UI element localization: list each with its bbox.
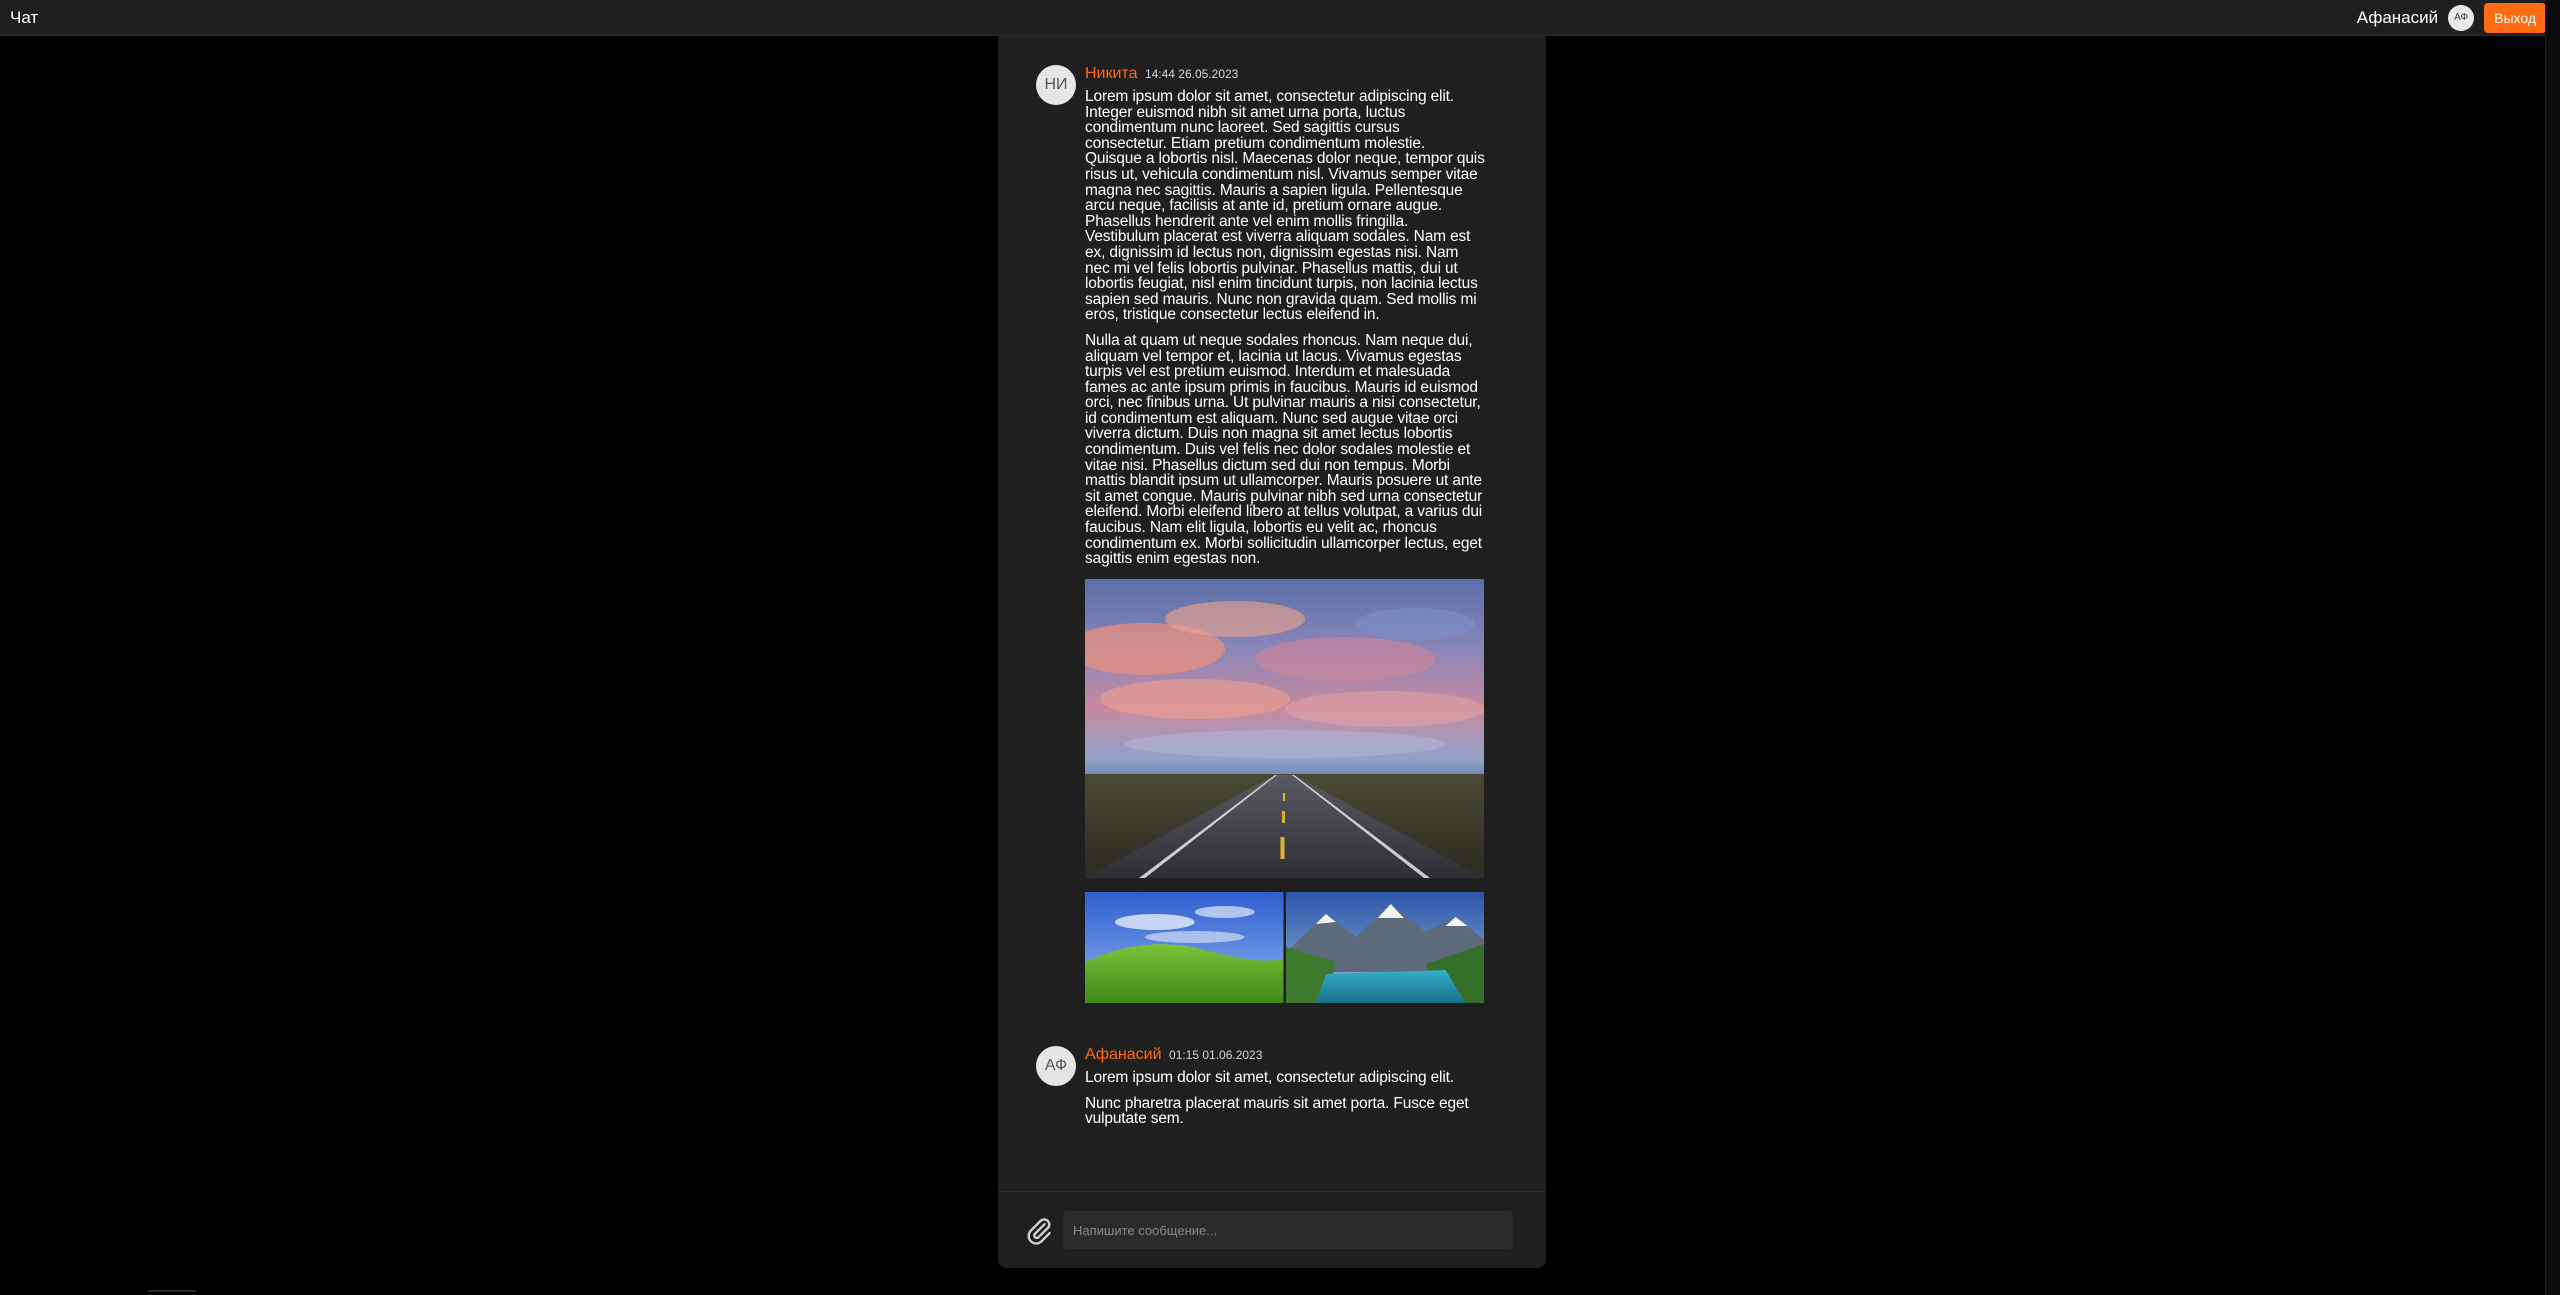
message-text: Nunc pharetra placerat mauris sit amet p… <box>1085 1094 1469 1128</box>
message-body: Афанасий 01:15 01.06.2023 Lorem ipsum do… <box>1085 1046 1485 1127</box>
message-timestamp: 01:15 01.06.2023 <box>1168 1048 1263 1062</box>
message-text: Lorem ipsum dolor sit amet, consectetur … <box>1085 1069 1454 1086</box>
message-list[interactable]: НИ Никита 14:44 26.05.2023 Lorem ipsum d… <box>998 36 1546 1191</box>
message-meta: Никита 14:44 26.05.2023 <box>1085 65 1485 83</box>
message-author: Афанасий <box>1085 1046 1162 1063</box>
mountain-lake-photo[interactable] <box>1285 891 1485 1003</box>
message-meta: Афанасий 01:15 01.06.2023 <box>1085 1046 1485 1064</box>
image-row <box>1085 891 1485 1003</box>
author-avatar: АФ <box>1036 1046 1076 1086</box>
top-bar: Чат Афанасий АФ Выход <box>0 0 2560 36</box>
green-hills-photo[interactable] <box>1085 891 1284 1003</box>
message-text: Lorem ipsum dolor sit amet, consectetur … <box>1085 88 1485 324</box>
message-input[interactable] <box>1063 1211 1513 1249</box>
message-composer <box>998 1191 1546 1268</box>
author-avatar: НИ <box>1036 65 1076 105</box>
message-body: Никита 14:44 26.05.2023 Lorem ipsum dolo… <box>1085 65 1485 1003</box>
divider <box>148 1290 196 1292</box>
current-user-avatar[interactable]: АФ <box>2448 4 2475 31</box>
chat-panel: НИ Никита 14:44 26.05.2023 Lorem ipsum d… <box>998 36 1546 1268</box>
message-text: Nulla at quam ut neque sodales rhoncus. … <box>1085 331 1483 568</box>
message-timestamp: 14:44 26.05.2023 <box>1144 67 1239 81</box>
current-username: Афанасий <box>2356 7 2439 27</box>
user-area: Афанасий АФ Выход <box>2356 2 2546 33</box>
page-title: Чат <box>10 7 39 27</box>
scrollbar[interactable] <box>2545 0 2560 1295</box>
message-author: Никита <box>1085 65 1138 82</box>
paperclip-icon[interactable] <box>1024 1216 1054 1246</box>
logout-button[interactable]: Выход <box>2484 2 2546 33</box>
road-sunset-photo[interactable] <box>1085 578 1484 878</box>
